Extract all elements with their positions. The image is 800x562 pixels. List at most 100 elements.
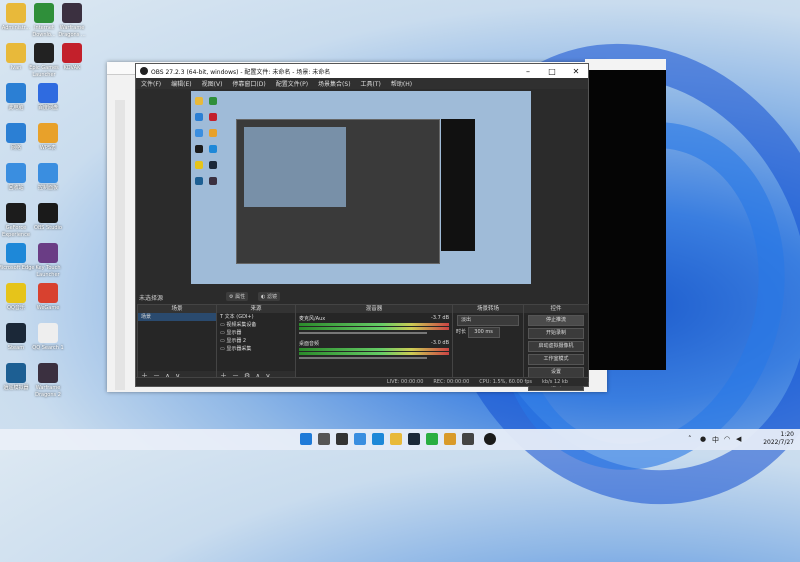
game-icon (38, 243, 58, 263)
desktop-shortcut-label: QQ Search 1 (32, 345, 64, 351)
filter-icon: ◐ (261, 293, 266, 300)
gear-icon: ⚙ (229, 293, 234, 300)
text-icon: T (220, 314, 224, 320)
track-name: 桌面音频 (299, 341, 320, 347)
wechat-icon[interactable] (426, 433, 438, 445)
menu-scene-collection[interactable]: 场景集合(S) (313, 79, 356, 88)
taskview-icon[interactable] (336, 433, 348, 445)
camera-icon: ▭ (220, 322, 225, 328)
no-source-selected-label: 未选择源 (139, 295, 164, 302)
maximize-button[interactable]: □ (540, 67, 564, 76)
game-icon[interactable] (444, 433, 456, 445)
desktop-shortcut-label: KOVAK (63, 65, 81, 71)
preview-desktop-icon (209, 161, 217, 169)
preview-desktop-icon (195, 161, 203, 169)
desktop-shortcut[interactable]: 控制面板 (28, 163, 68, 192)
transition-select[interactable]: 淡出 (457, 315, 519, 326)
menu-edit[interactable]: 编辑(E) (166, 79, 196, 88)
desktop-shortcut[interactable]: WPS表 (28, 123, 68, 152)
sources-dock-title: 来源 (217, 305, 295, 313)
scene-item[interactable]: 场景 (138, 313, 216, 321)
desktop-shortcut-label: 控制面板 (37, 185, 58, 191)
cpu-status: CPU: 1.5%, 60.00 fps (479, 379, 533, 385)
source-item[interactable]: T 文本 (GDI+) (217, 313, 295, 321)
preview-desktop-icon (209, 177, 217, 185)
wifi-icon[interactable]: ◠ (724, 435, 730, 443)
taskbar: ˄ ● 中 ◠ ◀ 1:20 2022/7/27 (0, 429, 800, 450)
menu-docks[interactable]: 停靠窗口(D) (227, 79, 270, 88)
menu-help[interactable]: 帮助(H) (386, 79, 417, 88)
widgets-icon[interactable] (354, 433, 366, 445)
steam-icon[interactable] (408, 433, 420, 445)
source-item[interactable]: ▭ 视频采集设备 (217, 321, 295, 329)
edge-icon[interactable] (372, 433, 384, 445)
nvidia-icon (6, 203, 26, 223)
baidu-icon (38, 83, 58, 103)
preview-desktop-icon (209, 129, 217, 137)
desktop-shortcut-label: WPS表 (39, 145, 57, 151)
minimize-button[interactable]: – (516, 67, 540, 76)
monitor-icon: ▭ (220, 346, 225, 352)
desktop-shortcut[interactable]: Warframe Dragons ... (52, 3, 92, 39)
epic-icon (34, 43, 54, 63)
volume-slider[interactable] (299, 332, 427, 334)
chevron-up-icon[interactable]: ˄ (688, 435, 692, 443)
menu-file[interactable]: 文件(F) (136, 79, 166, 88)
duration-input[interactable]: 300 ms (467, 326, 500, 338)
clock[interactable]: 1:20 2022/7/27 (763, 431, 794, 447)
stop-streaming-button[interactable]: 停止推流 (528, 315, 584, 326)
obs-window-title: OBS 27.2.3 (64-bit, windows) - 配置文件: 未命名… (151, 68, 331, 76)
start-virtual-camera-button[interactable]: 启动虚拟摄像机 (528, 341, 584, 352)
volume-meter (299, 327, 449, 330)
desktop-shortcut[interactable]: KOVAK (52, 43, 92, 72)
language-icon[interactable]: 中 (712, 435, 719, 445)
volume-meter (299, 352, 449, 355)
preview-nested-obs (236, 119, 440, 264)
game-icon[interactable] (462, 433, 474, 445)
network-icon (6, 123, 26, 143)
menu-profile[interactable]: 配置文件(P) (271, 79, 313, 88)
mixer-track: 麦克风/Aux -3.7 dB (299, 315, 449, 334)
close-button[interactable]: ✕ (564, 67, 588, 76)
volume-icon[interactable]: ◀ (736, 435, 741, 443)
desktop-shortcut[interactable]: Warframe Dragons 2 (28, 363, 68, 399)
search-icon[interactable] (318, 433, 330, 445)
source-item[interactable]: ▭ 显示器 (217, 329, 295, 337)
desktop-shortcut[interactable]: OBS Studio (28, 203, 68, 232)
wegame-icon (38, 283, 58, 303)
explorer-icon[interactable] (390, 433, 402, 445)
studio-mode-button[interactable]: 工作室模式 (528, 354, 584, 365)
menu-tools[interactable]: 工具(T) (356, 79, 386, 88)
obs-preview-canvas[interactable] (191, 91, 531, 284)
desktop-shortcut-label: Key Touch Launcher (35, 265, 61, 278)
monitor-icon: ▭ (220, 330, 225, 336)
controls-dock: 控件 停止推流 开始录制 启动虚拟摄像机 工作室模式 设置 退出 (523, 304, 589, 391)
obs-titlebar: OBS 27.2.3 (64-bit, windows) - 配置文件: 未命名… (136, 64, 588, 78)
desktop-shortcut[interactable]: QQ Search 1 (28, 323, 68, 352)
desktop-shortcut-label: Warframe Dragons 2 (35, 385, 61, 398)
obs-docks: 未选择源 ⚙ 属性 ◐ 滤镜 场景 场景 ＋－ ∧ ∨ 来源 T 文本 (GDI+)… (136, 290, 589, 391)
source-item[interactable]: ▭ 显示器采集 (217, 345, 295, 353)
windows-icon[interactable] (300, 433, 312, 445)
menu-view[interactable]: 视图(V) (197, 79, 228, 88)
background-window-sidebar (115, 100, 125, 390)
folder-icon (6, 3, 26, 23)
start-recording-button[interactable]: 开始录制 (528, 328, 584, 339)
track-db: -3.7 dB (431, 315, 449, 321)
desktop-shortcut[interactable]: 百度网盘 (28, 83, 68, 112)
microphone-icon[interactable]: ● (700, 435, 706, 443)
volume-slider[interactable] (299, 357, 427, 359)
preview-nested-canvas (244, 127, 346, 207)
properties-button[interactable]: ⚙ 属性 (226, 292, 249, 301)
source-item[interactable]: ▭ 显示器 2 (217, 337, 295, 345)
obs-logo-icon (140, 67, 148, 75)
bitrate-status: kb/s 12 kb (542, 379, 568, 385)
game-icon (62, 3, 82, 23)
obs-icon[interactable] (484, 433, 496, 445)
properties-label: 属性 (235, 294, 246, 300)
obs-icon (38, 203, 58, 223)
filters-button[interactable]: ◐ 滤镜 (258, 292, 280, 301)
desktop-shortcut[interactable]: WeGame (28, 283, 68, 312)
desktop-shortcut[interactable]: Key Touch Launcher (28, 243, 68, 279)
mixer-dock-title: 混音器 (296, 305, 452, 313)
